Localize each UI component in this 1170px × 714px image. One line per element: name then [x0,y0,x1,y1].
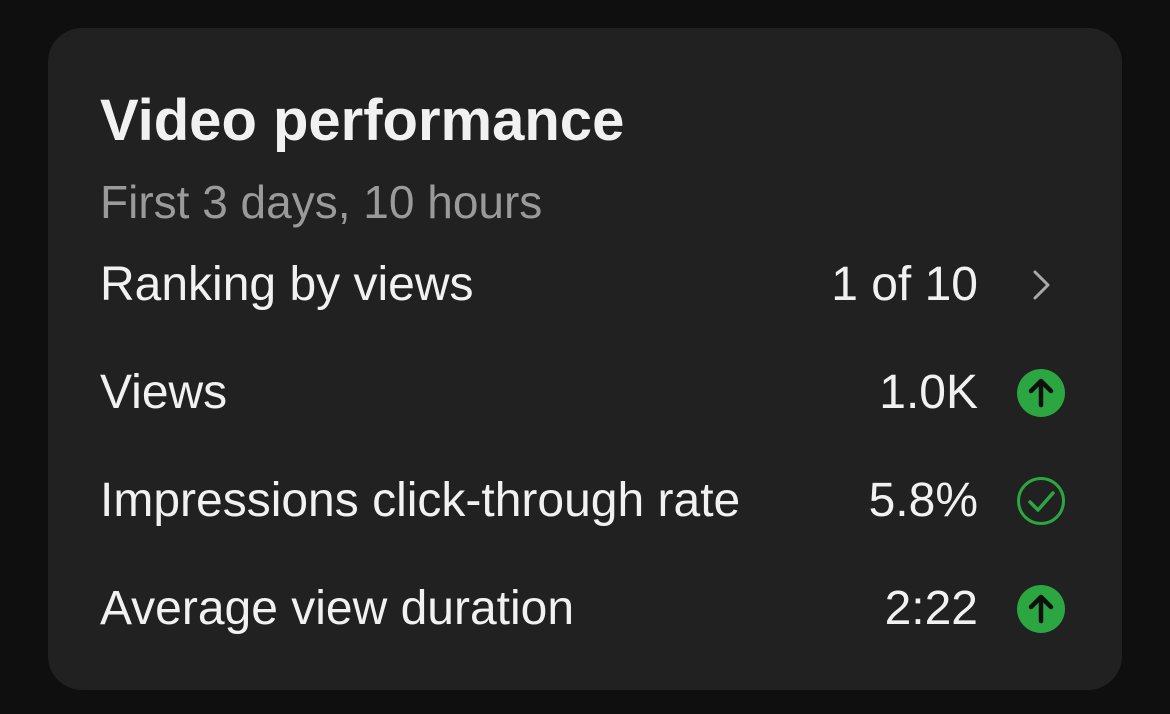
row-value: 1.0K [879,366,978,419]
row-value: 1 of 10 [831,258,978,311]
chevron-right-icon[interactable] [1016,260,1066,310]
row-value: 2:22 [884,582,978,635]
video-performance-card: Video performance First 3 days, 10 hours… [48,28,1122,690]
row-label: Average view duration [100,582,575,635]
arrow-up-circle-icon [1016,368,1066,418]
average-view-duration-row: Average view duration 2:22 [100,574,1066,644]
views-row: Views 1.0K [100,358,1066,428]
impressions-ctr-row: Impressions click-through rate 5.8% [100,466,1066,536]
row-label: Impressions click-through rate [100,474,741,527]
check-circle-icon [1016,476,1066,526]
row-label: Ranking by views [100,258,474,311]
card-subtitle: First 3 days, 10 hours [100,176,543,228]
row-label: Views [100,366,228,419]
row-value: 5.8% [868,474,978,527]
arrow-up-circle-icon [1016,584,1066,634]
card-title: Video performance [100,88,625,153]
ranking-by-views-row[interactable]: Ranking by views 1 of 10 [100,250,1066,320]
